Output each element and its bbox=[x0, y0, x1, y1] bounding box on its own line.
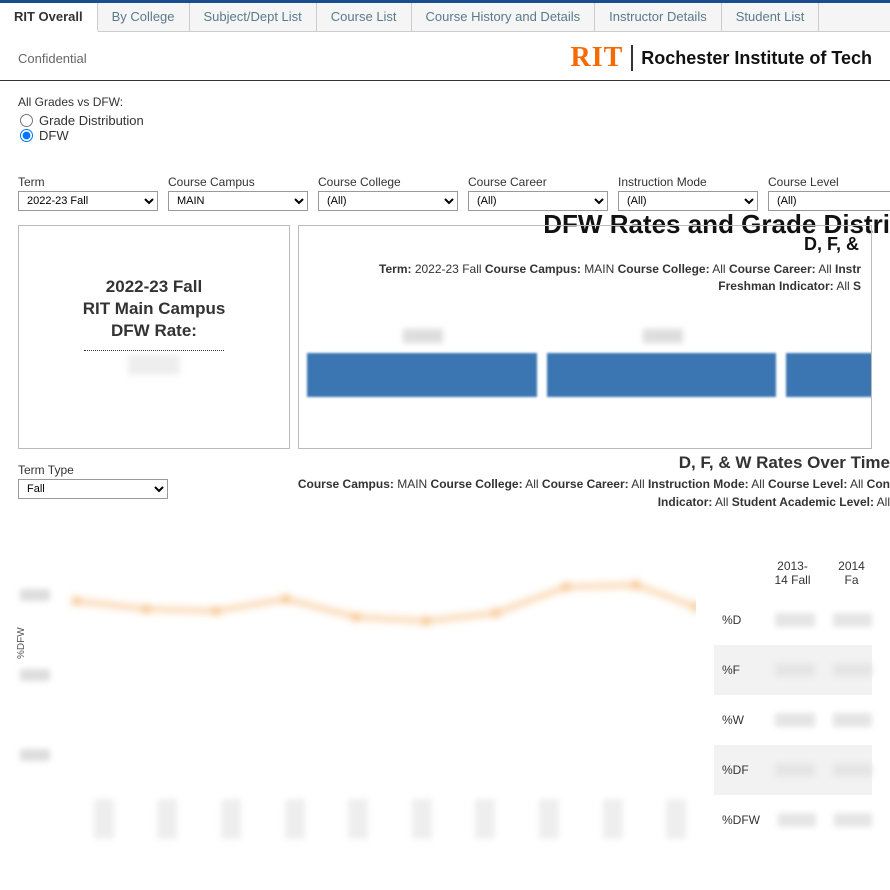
radio-group: All Grades vs DFW: Grade Distribution DF… bbox=[0, 81, 890, 149]
summary-line1: 2022-23 Fall bbox=[35, 276, 273, 298]
filter-mode-label: Instruction Mode bbox=[618, 175, 758, 189]
tab-by-college[interactable]: By College bbox=[98, 3, 190, 31]
distribution-title: D, F, & bbox=[309, 234, 861, 255]
filter-college-select[interactable]: (All) bbox=[318, 191, 458, 211]
summary-line3: DFW Rate: bbox=[35, 320, 273, 342]
line-chart: %DFW bbox=[18, 559, 708, 839]
radio-dfw[interactable] bbox=[20, 129, 33, 142]
header-row: Confidential RIT Rochester Institute of … bbox=[0, 32, 890, 81]
bar-1 bbox=[307, 353, 537, 397]
table-header-2014: 2014 Fa bbox=[831, 559, 872, 587]
row-f-label: %F bbox=[714, 663, 757, 677]
filter-mode-select[interactable]: (All) bbox=[618, 191, 758, 211]
table-header-2013: 2013-14 Fall bbox=[772, 559, 813, 587]
term-type-label: Term Type bbox=[18, 463, 168, 477]
logo-divider bbox=[631, 45, 633, 71]
filter-level-select[interactable]: (All) bbox=[768, 191, 890, 211]
tab-course-list[interactable]: Course List bbox=[317, 3, 412, 31]
overtime-title: D, F, & W Rates Over Time bbox=[679, 453, 890, 473]
row-df-label: %DF bbox=[714, 763, 757, 777]
filter-term-label: Term bbox=[18, 175, 158, 189]
filter-term-select[interactable]: 2022-23 Fall bbox=[18, 191, 158, 211]
radio-dfw-label: DFW bbox=[39, 128, 69, 143]
term-type-select[interactable]: Fall bbox=[18, 479, 168, 499]
rit-logo: RIT Rochester Institute of Tech bbox=[571, 42, 873, 74]
tab-instructor[interactable]: Instructor Details bbox=[595, 3, 722, 31]
overtime-subtitle: Course Campus: MAIN Course College: All … bbox=[298, 475, 890, 511]
bar-chart bbox=[307, 330, 872, 420]
distribution-panel: D, F, & Term: 2022-23 Fall Course Campus… bbox=[298, 225, 872, 449]
tab-course-history[interactable]: Course History and Details bbox=[412, 3, 596, 31]
filter-campus-label: Course Campus bbox=[168, 175, 308, 189]
summary-panel: 2022-23 Fall RIT Main Campus DFW Rate: bbox=[18, 225, 290, 449]
rit-logo-short: RIT bbox=[571, 42, 624, 74]
tab-subject-dept[interactable]: Subject/Dept List bbox=[190, 3, 317, 31]
summary-value-redacted bbox=[128, 355, 180, 375]
y-axis-label: %DFW bbox=[16, 627, 27, 659]
filter-career-select[interactable]: (All) bbox=[468, 191, 608, 211]
rit-logo-full: Rochester Institute of Tech bbox=[641, 48, 872, 69]
tab-rit-overall[interactable]: RIT Overall bbox=[0, 3, 98, 32]
rates-table: 2013-14 Fall 2014 Fa %D %F %W %DF %DFW bbox=[714, 559, 872, 845]
filter-level-label: Course Level bbox=[768, 175, 890, 189]
filter-college-label: Course College bbox=[318, 175, 458, 189]
confidential-label: Confidential bbox=[18, 51, 87, 66]
radio-group-label: All Grades vs DFW: bbox=[18, 95, 872, 109]
distribution-subtitle: Term: 2022-23 Fall Course Campus: MAIN C… bbox=[309, 261, 861, 296]
filter-career-label: Course Career bbox=[468, 175, 608, 189]
tab-student-list[interactable]: Student List bbox=[722, 3, 820, 31]
row-dfw-label: %DFW bbox=[714, 813, 760, 827]
filter-campus-select[interactable]: MAIN bbox=[168, 191, 308, 211]
radio-grade-dist[interactable] bbox=[20, 114, 33, 127]
bar-3 bbox=[786, 353, 872, 397]
row-w-label: %W bbox=[714, 713, 757, 727]
row-d-label: %D bbox=[714, 613, 757, 627]
tab-bar: RIT Overall By College Subject/Dept List… bbox=[0, 3, 890, 32]
radio-grade-dist-label: Grade Distribution bbox=[39, 113, 144, 128]
summary-line2: RIT Main Campus bbox=[35, 298, 273, 320]
bar-2 bbox=[547, 353, 777, 397]
